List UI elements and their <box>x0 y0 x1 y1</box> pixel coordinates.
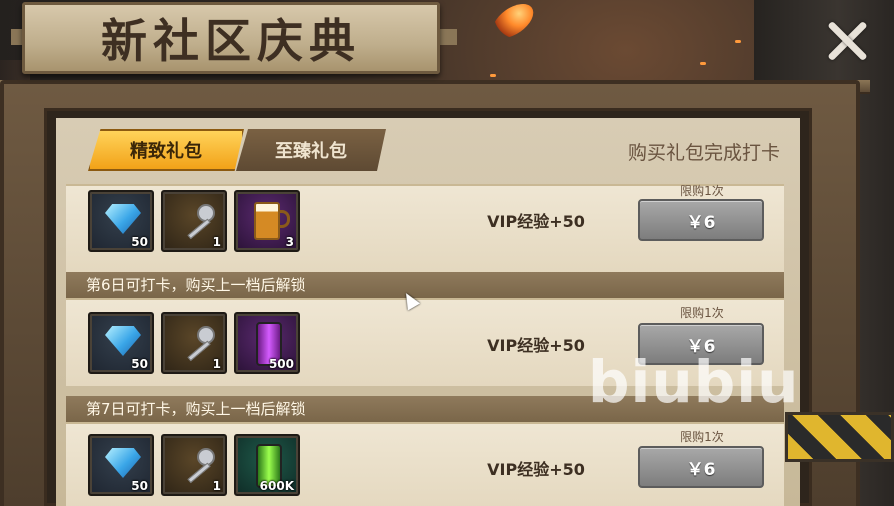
item-quantity: 50 <box>131 479 148 493</box>
tab-refined-pack[interactable]: 精致礼包 <box>88 129 244 171</box>
vip-exp-text: VIP经验+50 <box>487 460 585 479</box>
item-quantity: 3 <box>285 235 294 249</box>
vip-exp-text: VIP经验+50 <box>487 212 585 231</box>
pack-row: 50 1 3 VIP经验+50 限购1次 ￥6 <box>66 184 784 272</box>
unlock-banner: 第6日可打卡，购买上一档后解锁 <box>66 272 784 298</box>
reward-item[interactable]: 1 <box>161 434 227 496</box>
diamond-icon <box>105 448 141 478</box>
barricade-decoration <box>785 412 894 462</box>
reward-item[interactable]: 1 <box>161 190 227 252</box>
watermark: biubiu <box>588 348 800 416</box>
reward-item[interactable]: 1 <box>161 312 227 374</box>
ember-decoration <box>735 40 741 43</box>
close-button[interactable] <box>822 16 872 66</box>
fireball-decoration <box>486 0 540 45</box>
item-quantity: 600K <box>259 479 294 493</box>
item-quantity: 50 <box>131 357 148 371</box>
ember-decoration <box>490 74 496 77</box>
item-quantity: 500 <box>268 357 294 371</box>
page-title: 新社区庆典 <box>101 14 361 68</box>
item-quantity: 1 <box>212 235 221 249</box>
checkin-label: 购买礼包完成打卡 <box>627 142 780 164</box>
item-quantity: 1 <box>212 357 221 371</box>
key-icon <box>177 202 217 242</box>
purchase-limit: 限购1次 <box>680 306 724 320</box>
reward-item[interactable]: 500 <box>234 312 300 374</box>
buy-button[interactable]: ￥6 <box>638 446 764 488</box>
reward-item[interactable]: 50 <box>88 434 154 496</box>
ember-decoration <box>700 62 706 65</box>
purchase-limit: 限购1次 <box>680 430 724 444</box>
purchase-limit: 限购1次 <box>680 184 724 198</box>
reward-item[interactable]: 600K <box>234 434 300 496</box>
diamond-icon <box>105 204 141 234</box>
reward-item[interactable]: 50 <box>88 190 154 252</box>
key-icon <box>177 324 217 364</box>
item-quantity: 1 <box>212 479 221 493</box>
reward-item[interactable]: 50 <box>88 312 154 374</box>
tab-supreme-pack[interactable]: 至臻礼包 <box>236 129 386 171</box>
item-quantity: 50 <box>131 235 148 249</box>
reward-item[interactable]: 3 <box>234 190 300 252</box>
diamond-icon <box>105 326 141 356</box>
beer-mug-icon <box>254 202 280 240</box>
key-icon <box>177 446 217 486</box>
title-sign: 新社区庆典 <box>11 2 457 74</box>
pack-row: 50 1 600K VIP经验+50 限购1次 ￥6 <box>66 422 784 506</box>
buy-button[interactable]: ￥6 <box>638 199 764 241</box>
